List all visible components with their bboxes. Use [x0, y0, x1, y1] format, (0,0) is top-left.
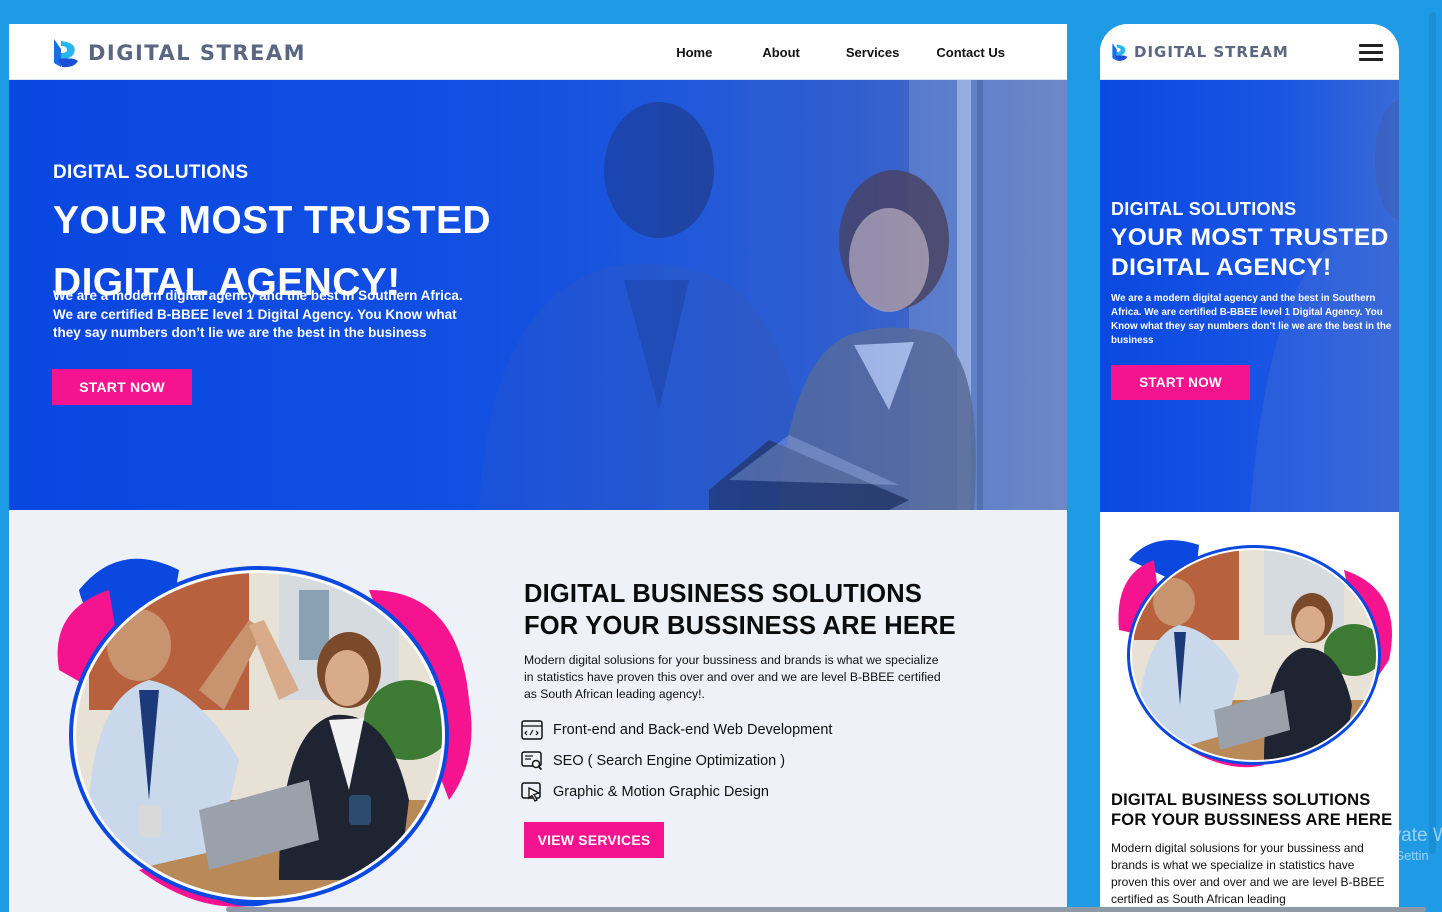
service-item: Front-end and Back-end Web Development: [521, 720, 832, 740]
start-now-button[interactable]: START NOW: [52, 369, 192, 405]
hero-pretitle: DIGITAL SOLUTIONS: [53, 162, 249, 183]
nav-services-link[interactable]: Services: [846, 45, 900, 60]
team-photo-blob: [1118, 540, 1392, 768]
main-nav: Home About Services Contact Us: [676, 45, 1005, 60]
service-item: Graphic & Motion Graphic Design: [521, 782, 769, 802]
about-description: Modern digital solusions for your bussin…: [1111, 841, 1385, 906]
mobile-hero-section: DIGITAL SOLUTIONS YOUR MOST TRUSTED DIGI…: [1100, 80, 1399, 512]
hero-section: DIGITAL SOLUTIONS YOUR MOST TRUSTED DIGI…: [9, 80, 1067, 510]
seo-search-icon: [521, 751, 543, 771]
start-now-button[interactable]: START NOW: [1111, 365, 1250, 400]
mobile-preview: DIGITAL STREAM DIGITAL SOLUTIONS YOUR MO…: [1100, 24, 1399, 912]
desktop-preview: DIGITAL STREAM Home About Services Conta…: [9, 24, 1067, 912]
mobile-navbar: DIGITAL STREAM: [1100, 24, 1399, 80]
mobile-about-section: DIGITAL BUSINESS SOLUTIONS FOR YOUR BUSS…: [1100, 512, 1399, 912]
view-services-button[interactable]: VIEW SERVICES: [524, 822, 664, 858]
about-title: DIGITAL BUSINESS SOLUTIONS FOR YOUR BUSS…: [1111, 791, 1393, 829]
hamburger-menu-icon[interactable]: [1359, 44, 1383, 62]
about-image: [1114, 540, 1394, 770]
code-window-icon: [521, 720, 543, 740]
logo-mark-icon: [1112, 43, 1128, 61]
hero-title: YOUR MOST TRUSTED DIGITAL AGENCY!: [1111, 224, 1389, 281]
nav-contact-link[interactable]: Contact Us: [936, 45, 1005, 60]
brand-name: DIGITAL STREAM: [88, 41, 307, 65]
about-image: [49, 550, 479, 910]
hero-description: We are a modern digital agency and the b…: [1111, 293, 1392, 346]
service-label: SEO ( Search Engine Optimization ): [553, 753, 786, 769]
activation-watermark: Activate W Go to Settin: [1360, 826, 1442, 866]
team-photo-blob: [57, 558, 472, 907]
hero-pretitle: DIGITAL SOLUTIONS: [1111, 199, 1297, 219]
nav-home-link[interactable]: Home: [676, 45, 712, 60]
service-item: SEO ( Search Engine Optimization ): [521, 751, 785, 771]
brand-logo[interactable]: DIGITAL STREAM: [52, 37, 306, 69]
hero-description: We are a modern digital agency and the b…: [53, 288, 463, 340]
service-label: Front-end and Back-end Web Development: [553, 722, 833, 738]
nav-about-link[interactable]: About: [762, 45, 800, 60]
watermark-line-2: Go to Settin: [1360, 848, 1429, 863]
about-description: Modern digital solusions for your bussin…: [524, 653, 941, 701]
desktop-navbar: DIGITAL STREAM Home About Services Conta…: [9, 24, 1067, 80]
vertical-scrollbar[interactable]: [1429, 12, 1436, 854]
service-label: Graphic & Motion Graphic Design: [553, 784, 769, 800]
logo-mark-icon: [54, 39, 78, 68]
horizontal-scrollbar[interactable]: [226, 907, 1426, 912]
brand-logo[interactable]: DIGITAL STREAM: [1111, 42, 1289, 62]
about-section: DIGITAL BUSINESS SOLUTIONS FOR YOUR BUSS…: [9, 510, 1067, 912]
brand-name: DIGITAL STREAM: [1134, 43, 1289, 61]
about-title: DIGITAL BUSINESS SOLUTIONS FOR YOUR BUSS…: [524, 580, 956, 640]
design-cursor-icon: [521, 782, 541, 802]
watermark-line-1: Activate W: [1360, 825, 1442, 846]
